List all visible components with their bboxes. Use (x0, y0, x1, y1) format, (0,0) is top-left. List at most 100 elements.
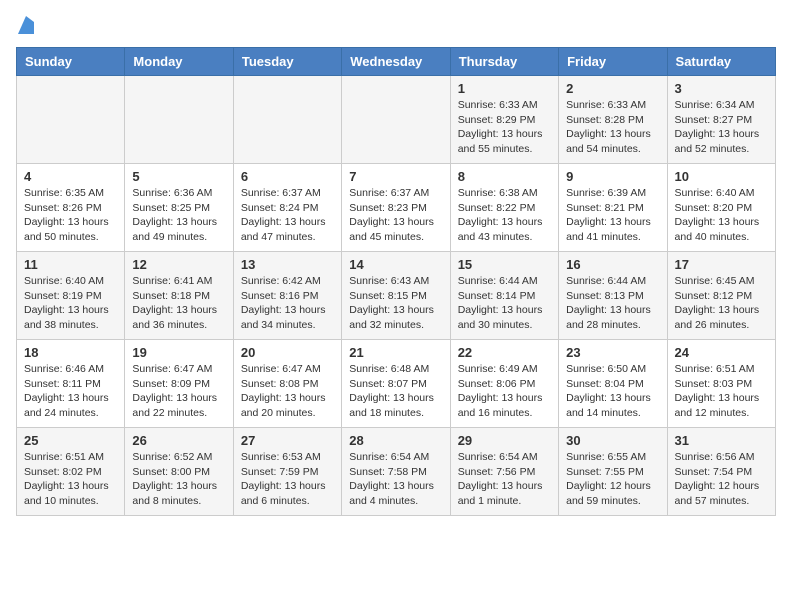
calendar-cell: 5Sunrise: 6:36 AMSunset: 8:25 PMDaylight… (125, 164, 233, 252)
calendar-cell: 1 Sunrise: 6:33 AMSunset: 8:29 PMDaylight… (450, 76, 558, 164)
day-number: 10 (675, 169, 768, 184)
day-number: 16 (566, 257, 659, 272)
day-number: 23 (566, 345, 659, 360)
calendar-cell: 6 Sunrise: 6:37 AMSunset: 8:24 PMDaylight… (233, 164, 341, 252)
day-number: 20 (241, 345, 334, 360)
calendar-week-row: 11 Sunrise: 6:40 AMSunset: 8:19 PMDayligh… (17, 252, 776, 340)
day-info: Sunrise: 6:42 AMSunset: 8:16 PMDaylight:… (241, 274, 334, 333)
calendar-cell: 18 Sunrise: 6:46 AMSunset: 8:11 PMDayligh… (17, 340, 125, 428)
day-number: 15 (458, 257, 551, 272)
calendar-cell (125, 76, 233, 164)
day-info: Sunrise: 6:44 AMSunset: 8:14 PMDaylight:… (458, 274, 551, 333)
calendar-cell: 30 Sunrise: 6:55 AMSunset: 7:55 PMDayligh… (559, 428, 667, 516)
calendar-cell: 20 Sunrise: 6:47 AMSunset: 8:08 PMDayligh… (233, 340, 341, 428)
day-info: Sunrise: 6:52 AMSunset: 8:00 PMDaylight:… (132, 450, 225, 509)
day-number: 18 (24, 345, 117, 360)
day-info: Sunrise: 6:34 AMSunset: 8:27 PMDaylight:… (675, 98, 768, 157)
col-tuesday: Tuesday (233, 48, 341, 76)
day-number: 29 (458, 433, 551, 448)
header-row: Sunday Monday Tuesday Wednesday Thursday… (17, 48, 776, 76)
calendar-cell: 3 Sunrise: 6:34 AMSunset: 8:27 PMDaylight… (667, 76, 775, 164)
page-header (16, 16, 776, 39)
calendar-cell: 13Sunrise: 6:42 AMSunset: 8:16 PMDayligh… (233, 252, 341, 340)
day-number: 2 (566, 81, 659, 96)
calendar-cell: 22 Sunrise: 6:49 AMSunset: 8:06 PMDayligh… (450, 340, 558, 428)
day-info: Sunrise: 6:41 AMSunset: 8:18 PMDaylight:… (132, 274, 225, 333)
day-info: Sunrise: 6:44 AMSunset: 8:13 PMDaylight:… (566, 274, 659, 333)
calendar-cell: 7 Sunrise: 6:37 AMSunset: 8:23 PMDaylight… (342, 164, 450, 252)
calendar-cell: 14Sunrise: 6:43 AMSunset: 8:15 PMDayligh… (342, 252, 450, 340)
calendar-cell: 25 Sunrise: 6:51 AMSunset: 8:02 PMDayligh… (17, 428, 125, 516)
day-info: Sunrise: 6:40 AMSunset: 8:19 PMDaylight:… (24, 274, 117, 333)
day-number: 3 (675, 81, 768, 96)
day-number: 1 (458, 81, 551, 96)
calendar-cell: 4Sunrise: 6:35 AMSunset: 8:26 PMDaylight… (17, 164, 125, 252)
day-info: Sunrise: 6:37 AMSunset: 8:24 PMDaylight:… (241, 186, 334, 245)
col-wednesday: Wednesday (342, 48, 450, 76)
calendar-cell: 29 Sunrise: 6:54 AMSunset: 7:56 PMDayligh… (450, 428, 558, 516)
col-thursday: Thursday (450, 48, 558, 76)
calendar-cell: 17 Sunrise: 6:45 AMSunset: 8:12 PMDayligh… (667, 252, 775, 340)
day-info: Sunrise: 6:43 AMSunset: 8:15 PMDaylight:… (349, 274, 442, 333)
day-info: Sunrise: 6:54 AMSunset: 7:56 PMDaylight:… (458, 450, 551, 509)
logo-icon (18, 16, 34, 34)
day-number: 21 (349, 345, 442, 360)
day-info: Sunrise: 6:45 AMSunset: 8:12 PMDaylight:… (675, 274, 768, 333)
calendar-week-row: 25 Sunrise: 6:51 AMSunset: 8:02 PMDayligh… (17, 428, 776, 516)
calendar-cell: 24 Sunrise: 6:51 AMSunset: 8:03 PMDayligh… (667, 340, 775, 428)
day-info: Sunrise: 6:37 AMSunset: 8:23 PMDaylight:… (349, 186, 442, 245)
calendar-table: Sunday Monday Tuesday Wednesday Thursday… (16, 47, 776, 516)
calendar-cell (342, 76, 450, 164)
day-number: 6 (241, 169, 334, 184)
day-number: 31 (675, 433, 768, 448)
calendar-cell: 27 Sunrise: 6:53 AMSunset: 7:59 PMDayligh… (233, 428, 341, 516)
day-number: 28 (349, 433, 442, 448)
day-info: Sunrise: 6:47 AMSunset: 8:09 PMDaylight:… (132, 362, 225, 421)
day-number: 26 (132, 433, 225, 448)
day-info: Sunrise: 6:56 AMSunset: 7:54 PMDaylight:… (675, 450, 768, 509)
calendar-header: Sunday Monday Tuesday Wednesday Thursday… (17, 48, 776, 76)
logo (16, 16, 34, 39)
calendar-week-row: 1 Sunrise: 6:33 AMSunset: 8:29 PMDaylight… (17, 76, 776, 164)
calendar-cell: 28Sunrise: 6:54 AMSunset: 7:58 PMDayligh… (342, 428, 450, 516)
day-number: 8 (458, 169, 551, 184)
day-info: Sunrise: 6:51 AMSunset: 8:02 PMDaylight:… (24, 450, 117, 509)
day-number: 27 (241, 433, 334, 448)
calendar-cell: 23 Sunrise: 6:50 AMSunset: 8:04 PMDayligh… (559, 340, 667, 428)
day-number: 22 (458, 345, 551, 360)
day-info: Sunrise: 6:49 AMSunset: 8:06 PMDaylight:… (458, 362, 551, 421)
calendar-cell: 2 Sunrise: 6:33 AMSunset: 8:28 PMDaylight… (559, 76, 667, 164)
day-number: 24 (675, 345, 768, 360)
day-info: Sunrise: 6:53 AMSunset: 7:59 PMDaylight:… (241, 450, 334, 509)
calendar-week-row: 18 Sunrise: 6:46 AMSunset: 8:11 PMDayligh… (17, 340, 776, 428)
day-info: Sunrise: 6:47 AMSunset: 8:08 PMDaylight:… (241, 362, 334, 421)
day-number: 9 (566, 169, 659, 184)
day-number: 25 (24, 433, 117, 448)
day-info: Sunrise: 6:33 AMSunset: 8:29 PMDaylight:… (458, 98, 551, 157)
calendar-cell (17, 76, 125, 164)
col-saturday: Saturday (667, 48, 775, 76)
calendar-week-row: 4Sunrise: 6:35 AMSunset: 8:26 PMDaylight… (17, 164, 776, 252)
day-info: Sunrise: 6:50 AMSunset: 8:04 PMDaylight:… (566, 362, 659, 421)
calendar-cell: 19 Sunrise: 6:47 AMSunset: 8:09 PMDayligh… (125, 340, 233, 428)
day-number: 17 (675, 257, 768, 272)
calendar-cell (233, 76, 341, 164)
calendar-cell: 26 Sunrise: 6:52 AMSunset: 8:00 PMDayligh… (125, 428, 233, 516)
day-info: Sunrise: 6:55 AMSunset: 7:55 PMDaylight:… (566, 450, 659, 509)
day-number: 7 (349, 169, 442, 184)
day-info: Sunrise: 6:51 AMSunset: 8:03 PMDaylight:… (675, 362, 768, 421)
day-info: Sunrise: 6:40 AMSunset: 8:20 PMDaylight:… (675, 186, 768, 245)
calendar-cell: 15 Sunrise: 6:44 AMSunset: 8:14 PMDayligh… (450, 252, 558, 340)
day-number: 11 (24, 257, 117, 272)
calendar-cell: 8Sunrise: 6:38 AMSunset: 8:22 PMDaylight… (450, 164, 558, 252)
calendar-cell: 31 Sunrise: 6:56 AMSunset: 7:54 PMDayligh… (667, 428, 775, 516)
day-info: Sunrise: 6:48 AMSunset: 8:07 PMDaylight:… (349, 362, 442, 421)
day-info: Sunrise: 6:46 AMSunset: 8:11 PMDaylight:… (24, 362, 117, 421)
day-info: Sunrise: 6:33 AMSunset: 8:28 PMDaylight:… (566, 98, 659, 157)
calendar-cell: 12Sunrise: 6:41 AMSunset: 8:18 PMDayligh… (125, 252, 233, 340)
calendar-cell: 9Sunrise: 6:39 AMSunset: 8:21 PMDaylight… (559, 164, 667, 252)
day-number: 19 (132, 345, 225, 360)
day-info: Sunrise: 6:36 AMSunset: 8:25 PMDaylight:… (132, 186, 225, 245)
day-number: 30 (566, 433, 659, 448)
col-friday: Friday (559, 48, 667, 76)
